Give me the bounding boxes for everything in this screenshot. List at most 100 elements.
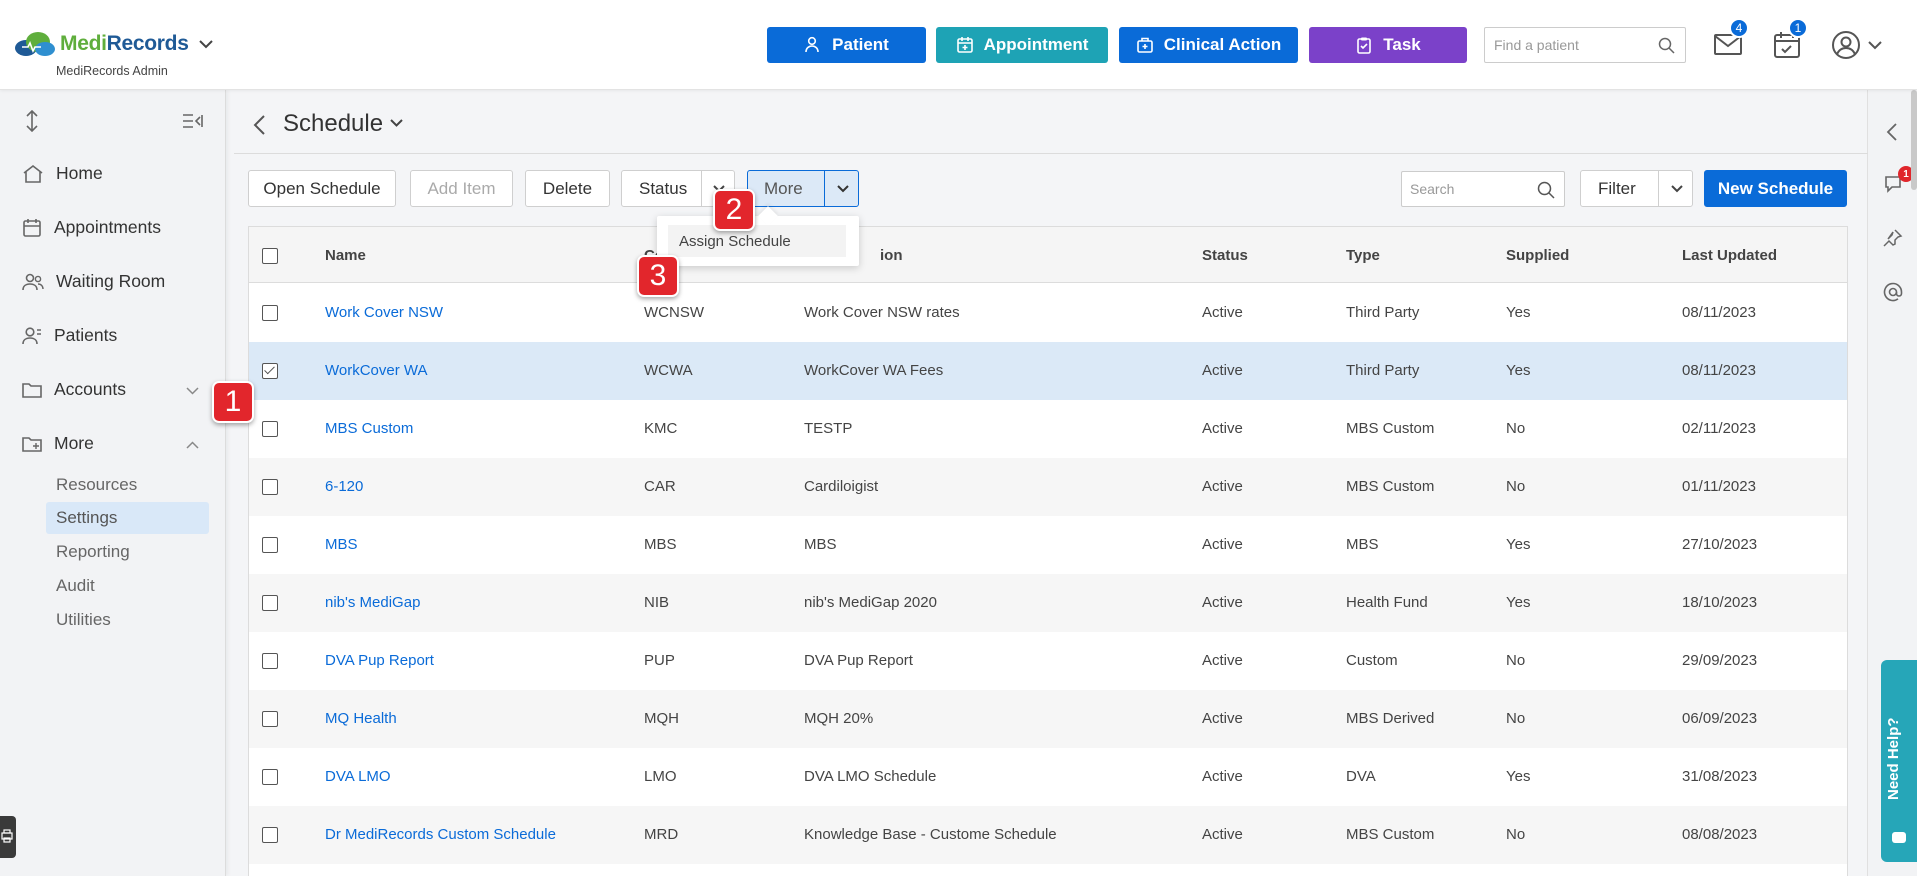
new-schedule-button[interactable]: New Schedule xyxy=(1704,170,1847,207)
schedule-status: Active xyxy=(1202,420,1243,437)
sidebar-item-home[interactable]: Home xyxy=(22,163,103,184)
schedule-name-link[interactable]: MQ Health xyxy=(325,710,397,727)
chevron-up-icon[interactable] xyxy=(186,441,199,449)
column-header-status[interactable]: Status xyxy=(1202,247,1248,264)
assign-schedule-menu-item[interactable]: Assign Schedule xyxy=(668,225,846,257)
chevron-down-icon[interactable] xyxy=(1671,185,1683,193)
delete-button[interactable]: Delete xyxy=(525,170,610,207)
filter-button[interactable]: Filter xyxy=(1598,179,1636,199)
sidebar-subitem-settings[interactable]: Settings xyxy=(46,502,209,534)
schedule-code: LMO xyxy=(644,768,677,785)
sidebar-item-appointments[interactable]: Appointments xyxy=(22,217,161,238)
schedule-description: DVA Pup Report xyxy=(804,652,913,669)
sidebar-subitem-reporting[interactable]: Reporting xyxy=(46,536,209,568)
schedule-name-link[interactable]: 6-120 xyxy=(325,478,363,495)
schedule-name-link[interactable]: DVA Pup Report xyxy=(325,652,434,669)
row-checkbox[interactable] xyxy=(262,305,278,321)
chevron-down-icon[interactable] xyxy=(198,39,213,49)
sidebar-item-more[interactable]: More xyxy=(22,433,94,454)
at-mention-icon[interactable] xyxy=(1883,282,1903,302)
schedule-last-updated: 02/11/2023 xyxy=(1682,420,1756,437)
schedule-last-updated: 18/10/2023 xyxy=(1682,594,1758,611)
schedule-name-link[interactable]: MBS Custom xyxy=(325,420,413,437)
chevron-left-icon[interactable] xyxy=(1886,122,1898,142)
table-row[interactable]: Work Cover NSW WCNSW Work Cover NSW rate… xyxy=(249,284,1847,342)
column-header-supplied[interactable]: Supplied xyxy=(1506,247,1569,264)
schedule-status: Active xyxy=(1202,536,1243,553)
row-checkbox[interactable] xyxy=(262,769,278,785)
schedule-status: Active xyxy=(1202,362,1243,379)
table-row[interactable]: nib's MediGap NIB nib's MediGap 2020 Act… xyxy=(249,574,1847,632)
schedule-status: Active xyxy=(1202,826,1243,843)
row-checkbox[interactable] xyxy=(262,479,278,495)
more-button[interactable]: More xyxy=(764,179,803,199)
schedule-description: Cardiloigist xyxy=(804,478,879,495)
patient-button[interactable]: Patient xyxy=(767,27,926,63)
column-header-description[interactable]: ion xyxy=(880,247,903,264)
row-checkbox[interactable] xyxy=(262,595,278,611)
column-header-name[interactable]: Name xyxy=(325,247,366,264)
schedule-name-link[interactable]: Work Cover NSW xyxy=(325,304,443,321)
people-icon xyxy=(22,273,44,290)
chevron-down-icon[interactable] xyxy=(390,119,403,127)
select-all-checkbox[interactable] xyxy=(262,248,278,264)
add-item-button[interactable]: Add Item xyxy=(410,170,513,207)
row-checkbox[interactable] xyxy=(262,711,278,727)
sidebar-item-accounts[interactable]: Accounts xyxy=(22,379,126,400)
expand-vertical-icon[interactable] xyxy=(25,110,39,132)
schedule-name-link[interactable]: MBS xyxy=(325,536,358,553)
back-arrow-icon[interactable] xyxy=(252,114,266,136)
divider xyxy=(1658,171,1659,206)
schedule-name-link[interactable]: DVA LMO xyxy=(325,768,391,785)
search-icon[interactable] xyxy=(1658,37,1675,54)
chevron-down-icon[interactable] xyxy=(186,387,199,395)
schedule-name-link[interactable]: Dr MediRecords Custom Schedule xyxy=(325,826,556,843)
search-field[interactable] xyxy=(1401,171,1565,207)
row-checkbox[interactable] xyxy=(262,363,278,379)
chevron-down-icon[interactable] xyxy=(1868,41,1882,50)
table-row[interactable]: MBS MBS MBS Active MBS Yes 27/10/2023 xyxy=(249,516,1847,574)
row-checkbox[interactable] xyxy=(262,421,278,437)
table-row[interactable]: Dr MediRecords Custom Schedule MRD Knowl… xyxy=(249,806,1847,864)
cloud-logo-icon xyxy=(15,32,55,56)
side-drawer-tab[interactable] xyxy=(0,816,16,858)
collapse-sidebar-icon[interactable] xyxy=(182,113,204,129)
sidebar-item-waiting-room[interactable]: Waiting Room xyxy=(22,271,165,292)
appointment-button[interactable]: Appointment xyxy=(936,27,1108,63)
table-row[interactable]: MBS Custom KMC TESTP Active MBS Custom N… xyxy=(249,400,1847,458)
medical-bag-icon xyxy=(1136,37,1153,53)
column-header-type[interactable]: Type xyxy=(1346,247,1380,264)
app-logo[interactable]: MediRecords xyxy=(12,30,213,58)
user-avatar-icon[interactable] xyxy=(1831,30,1861,60)
schedule-name-link[interactable]: nib's MediGap xyxy=(325,594,420,611)
table-row[interactable]: WorkCover WA WCWA WorkCover WA Fees Acti… xyxy=(249,342,1847,400)
table-row[interactable]: 6-120 CAR Cardiloigist Active MBS Custom… xyxy=(249,458,1847,516)
row-checkbox[interactable] xyxy=(262,827,278,843)
table-row[interactable]: DVA LMO LMO DVA LMO Schedule Active DVA … xyxy=(249,748,1847,806)
need-help-tab[interactable]: Need Help? xyxy=(1881,660,1917,862)
schedule-supplied: No xyxy=(1506,652,1526,669)
table-row[interactable]: MQ Health MQH MQH 20% Active MBS Derived… xyxy=(249,690,1847,748)
clinical-action-button[interactable]: Clinical Action xyxy=(1119,27,1298,63)
divider xyxy=(234,153,1868,154)
sidebar-item-patients[interactable]: Patients xyxy=(22,325,117,346)
status-button[interactable]: Status xyxy=(639,179,687,199)
find-patient-field[interactable] xyxy=(1484,27,1686,63)
row-checkbox[interactable] xyxy=(262,537,278,553)
search-icon[interactable] xyxy=(1537,181,1555,199)
row-checkbox[interactable] xyxy=(262,653,278,669)
table-row[interactable]: DVA Pup Report PUP DVA Pup Report Active… xyxy=(249,632,1847,690)
scrollbar[interactable] xyxy=(1911,90,1917,190)
schedule-name-link[interactable]: WorkCover WA xyxy=(325,362,428,379)
search-input[interactable] xyxy=(1410,181,1530,197)
task-button[interactable]: Task xyxy=(1309,27,1467,63)
sidebar-subitem-audit[interactable]: Audit xyxy=(46,570,209,602)
chevron-down-icon[interactable] xyxy=(837,185,849,193)
schedule-last-updated: 01/11/2023 xyxy=(1682,478,1756,495)
sidebar-subitem-resources[interactable]: Resources xyxy=(46,469,209,501)
sidebar-subitem-utilities[interactable]: Utilities xyxy=(46,604,209,636)
pin-icon[interactable] xyxy=(1883,228,1903,248)
open-schedule-button[interactable]: Open Schedule xyxy=(248,170,396,207)
column-header-last-updated[interactable]: Last Updated xyxy=(1682,247,1777,264)
find-patient-input[interactable] xyxy=(1494,37,1654,53)
